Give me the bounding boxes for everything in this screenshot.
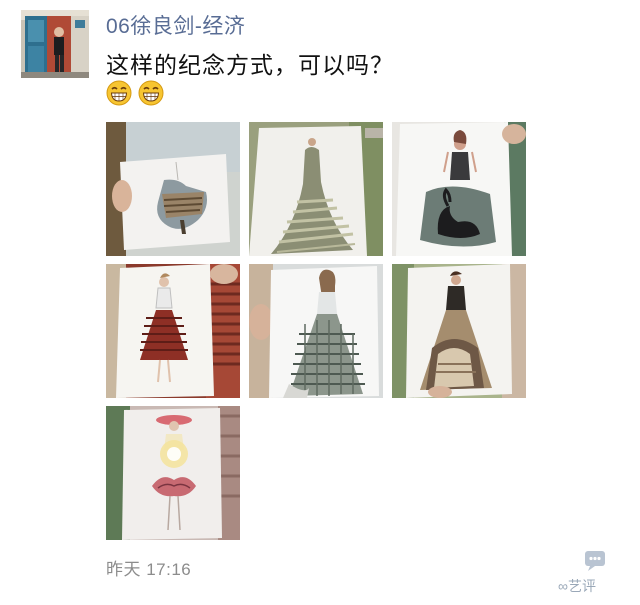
username[interactable]: 06徐良剑-经济 xyxy=(106,10,245,40)
photo-5[interactable] xyxy=(249,264,383,398)
emoji-row xyxy=(106,80,164,108)
watermark-text: ∞艺评 xyxy=(558,578,596,594)
photo-7[interactable] xyxy=(106,406,240,540)
photo-6[interactable] xyxy=(392,264,526,398)
avatar[interactable] xyxy=(21,10,89,78)
watermark-logo-icon: ∞ xyxy=(558,578,568,594)
grinning-face-icon xyxy=(138,80,164,106)
photo-1[interactable] xyxy=(106,122,240,256)
chat-bubble-icon xyxy=(585,551,605,571)
watermark: ∞艺评 xyxy=(556,548,636,598)
photo-4[interactable] xyxy=(106,264,240,398)
photo-2[interactable] xyxy=(249,122,383,256)
grinning-face-icon xyxy=(106,80,132,106)
photo-3[interactable] xyxy=(392,122,526,256)
message-text: 这样的纪念方式，可以吗？ xyxy=(106,52,394,78)
timestamp: 昨天 17:16 xyxy=(106,560,192,579)
